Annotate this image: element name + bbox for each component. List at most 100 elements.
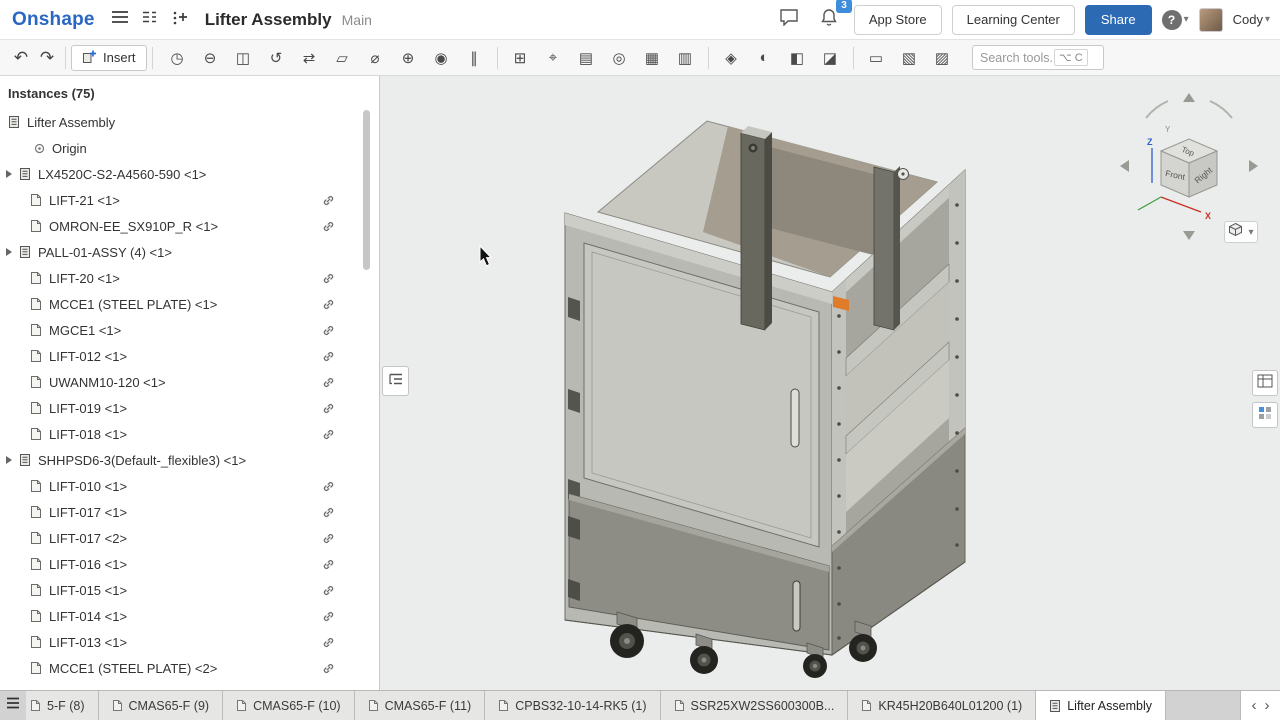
comments-button[interactable] [774,5,804,35]
scroll-tabs-left-icon[interactable]: ‹ [1252,698,1257,713]
display-states-icon[interactable]: ◧ [782,44,813,72]
parallel-mate-icon[interactable]: ∥ [459,44,490,72]
instance-row[interactable]: LIFT-013 <1> [0,629,379,655]
toolbar-separator [497,47,498,69]
instance-label: MCCE1 (STEEL PLATE) <2> [49,661,217,676]
tab-label: CMAS65-F (9) [129,699,210,713]
part-icon [30,323,42,337]
mate-icon[interactable]: ⊖ [195,44,226,72]
instance-row[interactable]: LIFT-019 <1> [0,395,379,421]
pin-slot-mate-icon[interactable]: ⊕ [393,44,424,72]
slider-mate-icon[interactable]: ⇄ [294,44,325,72]
doc-tab[interactable]: CMAS65-F (10) [223,691,355,720]
doc-tab[interactable]: Lifter Assembly [1036,691,1166,720]
instance-row[interactable]: UWANM10-120 <1> [0,369,379,395]
instance-row[interactable]: LIFT-012 <1> [0,343,379,369]
graphics-viewport[interactable]: Top Front Right Z Y X ▾ [380,76,1280,690]
doc-tab[interactable]: CMAS65-F (11) [355,691,486,720]
instance-row[interactable]: Origin [0,135,379,161]
help-menu[interactable]: ? ▾ [1162,10,1189,30]
snapshot-icon[interactable]: ◐ [749,44,780,72]
drawing-icon[interactable]: ▭ [861,44,892,72]
instance-row[interactable]: LIFT-20 <1> [0,265,379,291]
fastened-mate-icon[interactable]: ◫ [228,44,259,72]
publication-icon[interactable]: ▨ [927,44,958,72]
workspace-name[interactable]: Main [342,12,372,28]
scroll-tabs-right-icon[interactable]: › [1265,698,1270,713]
instance-row[interactable]: LIFT-010 <1> [0,473,379,499]
bom-panel-button[interactable] [1252,370,1278,396]
expand-chevron-icon[interactable] [6,456,12,464]
redo-button[interactable]: ↷ [34,45,60,71]
instance-row[interactable]: LIFT-016 <1> [0,551,379,577]
instance-row[interactable]: MCCE1 (STEEL PLATE) <1> [0,291,379,317]
document-list-button[interactable] [135,5,165,35]
avatar[interactable] [1199,8,1223,32]
instance-row[interactable]: LIFT-014 <1> [0,603,379,629]
view-cube[interactable]: Top Front Right Z Y X [1120,93,1258,240]
instance-row[interactable]: SHHPSD6-3(Default-_flexible3) <1> [0,447,379,473]
replicate-icon[interactable]: ▦ [637,44,668,72]
expand-chevron-icon[interactable] [6,248,12,256]
circular-pattern-icon[interactable]: ◎ [604,44,635,72]
group-icon[interactable]: ⊞ [505,44,536,72]
instances-panel-toggle-button[interactable] [382,366,409,396]
instance-row[interactable]: OMRON-EE_SX910P_R <1> [0,213,379,239]
instance-row[interactable]: PALL-01-ASSY (4) <1> [0,239,379,265]
document-header: Lifter Assembly Main [205,10,372,30]
toolbar-tools: ◷⊖◫↺⇄▱⌀⊕◉∥ ⊞⌖▤◎▦▥ ◈◐◧◪ ▭▧▨ [162,44,958,72]
appearance-panel-button[interactable] [1252,402,1278,428]
doc-tab[interactable]: 5-F (8) [26,691,99,720]
instance-row[interactable]: LIFT-015 <1> [0,577,379,603]
link-icon [322,428,335,441]
cabinet-model[interactable] [565,121,965,678]
link-icon [322,402,335,415]
assembly-3d-model[interactable]: Top Front Right Z Y X [380,76,1280,690]
notifications-button[interactable]: 3 [814,5,844,35]
create-document-button[interactable] [165,5,195,35]
doc-tab[interactable]: SSR25XW2SS600300B... [661,691,849,720]
undo-button[interactable]: ↶ [8,45,34,71]
doc-tab[interactable]: CMAS65-F (9) [99,691,224,720]
revolute-mate-icon[interactable]: ↺ [261,44,292,72]
app-store-button[interactable]: App Store [854,5,942,35]
doc-tab[interactable]: CPBS32-10-14-RK5 (1) [485,691,660,720]
main-menu-button[interactable] [105,5,135,35]
view-options-button[interactable]: ▾ [1224,221,1258,243]
instance-row[interactable]: LIFT-017 <2> [0,525,379,551]
render-table-icon[interactable]: ▧ [894,44,925,72]
instance-label: LIFT-018 <1> [49,427,127,442]
linear-pattern-icon[interactable]: ▤ [571,44,602,72]
exploded-view-icon[interactable]: ◈ [716,44,747,72]
mate-connector-icon[interactable]: ⌖ [538,44,569,72]
instance-row[interactable]: LIFT-018 <1> [0,421,379,447]
tab-manager-button[interactable] [0,691,26,720]
instance-label: LIFT-013 <1> [49,635,127,650]
insert-button[interactable]: Insert [71,45,147,71]
share-button[interactable]: Share [1085,5,1152,35]
section-view-icon[interactable]: ◪ [815,44,846,72]
user-menu[interactable]: Cody ▾ [1233,12,1270,27]
part-icon [30,427,42,441]
planar-mate-icon[interactable]: ▱ [327,44,358,72]
search-tools-box[interactable]: ⌥ C [972,45,1104,70]
learning-center-button[interactable]: Learning Center [952,5,1075,35]
instance-row[interactable]: Lifter Assembly [0,109,379,135]
instance-row[interactable]: LIFT-21 <1> [0,187,379,213]
expand-chevron-icon[interactable] [6,170,12,178]
ball-mate-icon[interactable]: ◉ [426,44,457,72]
named-positions-icon[interactable]: ◷ [162,44,193,72]
instance-row[interactable]: LX4520C-S2-A4560-590 <1> [0,161,379,187]
instance-row[interactable]: LIFT-017 <1> [0,499,379,525]
tab-label: 5-F (8) [47,699,85,713]
bom-icon[interactable]: ▥ [670,44,701,72]
instance-row[interactable]: MGCE1 <1> [0,317,379,343]
link-icon [322,532,335,545]
search-tools-input[interactable] [980,51,1054,65]
part-icon [30,661,42,675]
instance-label: OMRON-EE_SX910P_R <1> [49,219,218,234]
scrollbar-thumb[interactable] [363,110,370,270]
instance-row[interactable]: MCCE1 (STEEL PLATE) <2> [0,655,379,681]
doc-tab[interactable]: KR45H20B640L01200 (1) [848,691,1036,720]
cylindrical-mate-icon[interactable]: ⌀ [360,44,391,72]
